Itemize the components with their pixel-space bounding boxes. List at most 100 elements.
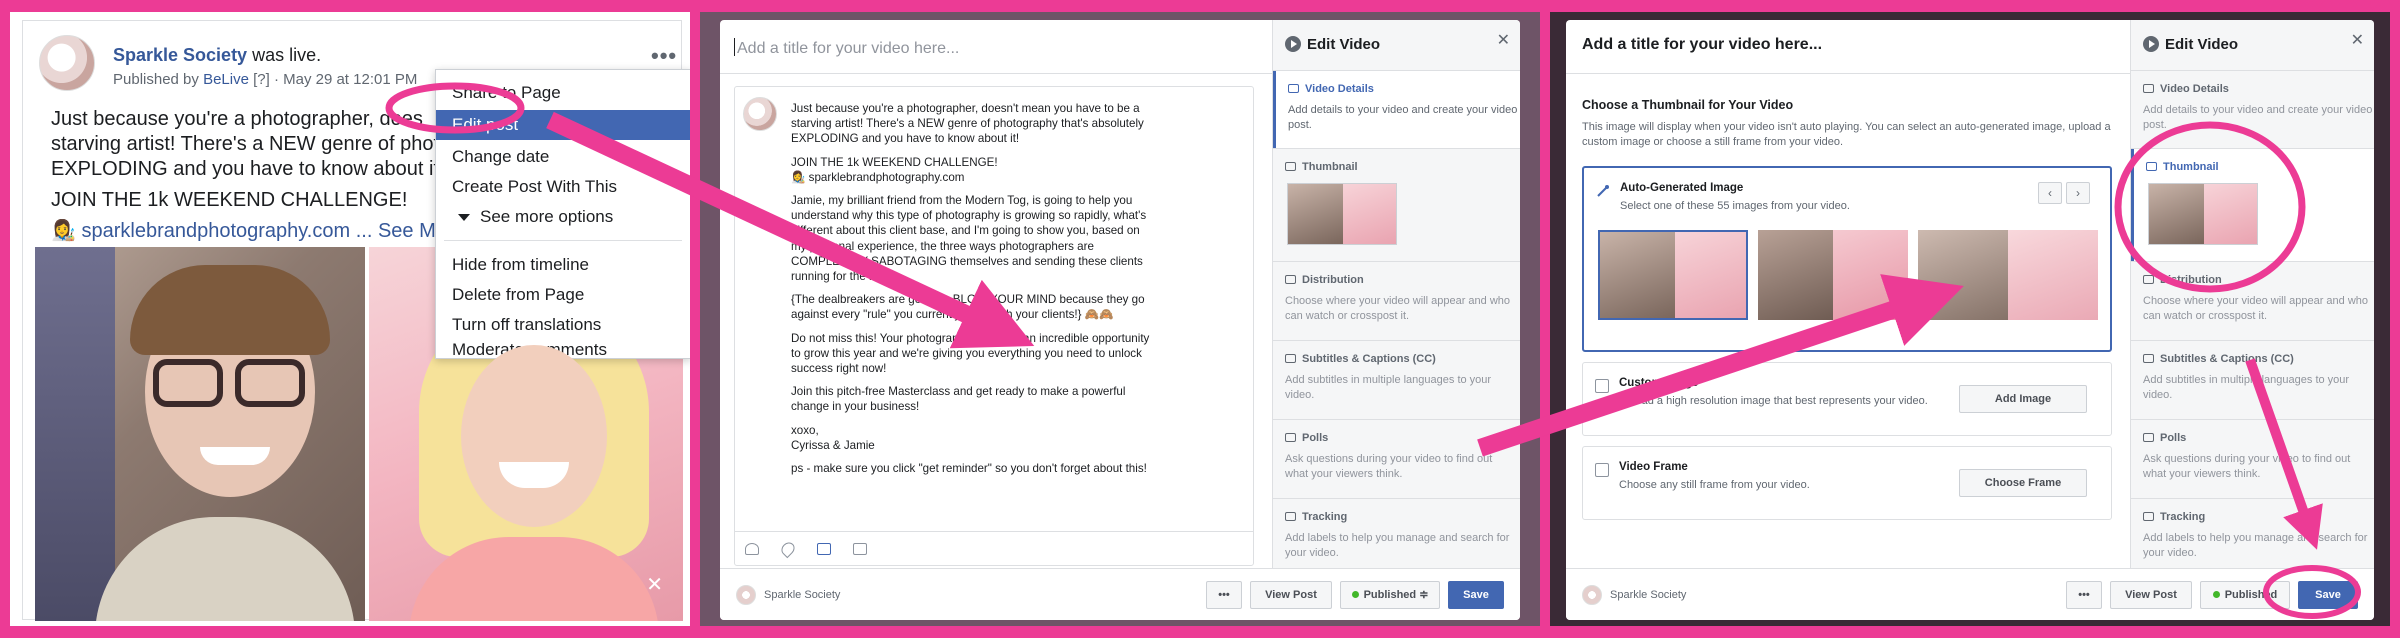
menu-see-more-options[interactable]: See more options (436, 202, 690, 232)
view-post-button[interactable]: View Post (2110, 581, 2192, 609)
option-custom-image[interactable]: Custom Image Upload a high resolution im… (1582, 362, 2112, 436)
sidebar-item-polls[interactable]: Polls Ask questions during your video to… (2131, 420, 2374, 498)
tag-people-icon[interactable] (745, 543, 759, 555)
post-body: Just because you're a photographer, does… (51, 107, 471, 250)
shopping-icon[interactable] (853, 543, 867, 555)
auto-title: Auto-Generated Image (1620, 182, 1744, 194)
sidebar-item-video-details[interactable]: Video Details Add details to your video … (1273, 71, 1520, 148)
app-link[interactable]: BeLive (203, 71, 249, 88)
custom-desc: Upload a high resolution image that best… (1619, 395, 1928, 407)
sidebar-item-subtitles[interactable]: Subtitles & Captions (CC) Add subtitles … (1273, 341, 1520, 419)
calendar-icon[interactable] (817, 543, 831, 555)
sidebar-item-distribution[interactable]: Distribution Choose where your video wil… (1273, 262, 1520, 340)
thumbnail-option[interactable] (1598, 230, 1748, 320)
close-icon[interactable]: ✕ (1497, 30, 1510, 50)
published-label: Published (2224, 589, 2278, 601)
video-icon (1285, 36, 1301, 52)
tracking-icon (2143, 512, 2154, 521)
menu-change-date[interactable]: Change date (436, 142, 690, 172)
caret-down-icon (458, 214, 470, 221)
thumbnail-option[interactable] (1758, 230, 1908, 320)
menu-turn-off-translations[interactable]: Turn off translations (436, 310, 690, 340)
published-dropdown[interactable]: Published (2200, 581, 2290, 609)
thumbnail-heading: Choose a Thumbnail for Your Video (1582, 98, 1794, 112)
choose-frame-button[interactable]: Choose Frame (1959, 469, 2087, 497)
page-name-link[interactable]: Sparkle Society (113, 45, 247, 65)
frame-desc: Choose any still frame from your video. (1619, 479, 1810, 491)
prev-thumbnail-button[interactable]: ‹ (2038, 182, 2062, 204)
modal-footer: Sparkle Society ••• View Post Published … (720, 568, 1520, 620)
sidebar-item-desc: Choose where your video will appear and … (1285, 295, 1511, 322)
challenge-line: JOIN THE 1k WEEKEND CHALLENGE! (51, 189, 408, 211)
location-icon[interactable] (778, 539, 798, 559)
sidebar-heading-text: Edit Video (2165, 36, 2239, 53)
video-frame-left[interactable] (35, 247, 365, 621)
menu-edit-post[interactable]: Edit post (436, 110, 690, 140)
footer-page-name: Sparkle Society (764, 589, 841, 601)
view-post-button[interactable]: View Post (1250, 581, 1332, 609)
menu-share-to-page[interactable]: Share to Page (436, 78, 690, 108)
sidebar-item-thumbnail[interactable]: Thumbnail (2131, 149, 2374, 261)
post-date: [?] · May 29 at 12:01 PM (248, 71, 418, 88)
page-avatar[interactable] (39, 35, 95, 91)
page-avatar-small (736, 585, 756, 605)
details-icon (2143, 84, 2154, 93)
option-auto-generated[interactable]: Auto-Generated Image Select one of these… (1582, 166, 2112, 352)
video-icon (2143, 36, 2159, 52)
sidebar-item-thumbnail[interactable]: Thumbnail (1273, 149, 1520, 261)
post-header: Sparkle Society was live. (113, 45, 321, 66)
option-video-frame[interactable]: Video Frame Choose any still frame from … (1582, 446, 2112, 520)
next-thumbnail-button[interactable]: › (2066, 182, 2090, 204)
composer-link[interactable]: sparklebrandphotography.com (809, 171, 965, 184)
close-icon[interactable]: ✕ (2351, 30, 2364, 50)
thumbnail-preview[interactable] (2148, 183, 2258, 245)
published-by-label: Published by (113, 71, 204, 88)
sidebar-item-desc: Add details to your video and create you… (2143, 104, 2373, 131)
more-button[interactable]: ••• (1206, 581, 1242, 609)
image-icon (1595, 379, 1609, 393)
website-link[interactable]: sparklebrandphotography.com (81, 220, 350, 242)
sidebar-item-tracking[interactable]: Tracking Add labels to help you manage a… (2131, 499, 2374, 569)
thumbnail-icon (1285, 162, 1296, 171)
edit-video-sidebar: Edit Video ✕ Video Details Add details t… (2130, 20, 2374, 568)
video-title-input[interactable]: Add a title for your video here... (734, 38, 959, 58)
sidebar-item-video-details[interactable]: Video Details Add details to your video … (2131, 71, 2374, 148)
sidebar-item-tracking[interactable]: Tracking Add labels to help you manage a… (1273, 499, 1520, 569)
post-options-button[interactable]: ••• (651, 43, 677, 69)
sidebar-item-title: Polls (1285, 432, 1328, 444)
menu-create-post[interactable]: Create Post With This (436, 172, 690, 202)
post-line: starving artist! There's a NEW genre of … (51, 133, 462, 155)
save-button[interactable]: Save (1448, 581, 1504, 609)
status-dot (1351, 591, 1359, 598)
menu-hide-from-timeline[interactable]: Hide from timeline (436, 250, 690, 280)
sidebar-item-subtitles[interactable]: Subtitles & Captions (CC) Add subtitles … (2131, 341, 2374, 419)
sidebar-heading: Edit Video (1285, 36, 1380, 53)
sidebar-item-desc: Ask questions during your video to find … (1285, 453, 1493, 480)
mute-icon[interactable]: ✕ (646, 572, 663, 597)
save-button[interactable]: Save (2298, 581, 2358, 609)
sidebar-item-title: Thumbnail (1285, 161, 1358, 173)
post-composer[interactable]: Just because you're a photographer, does… (734, 86, 1254, 566)
sidebar-item-desc: Add details to your video and create you… (1288, 104, 1518, 131)
custom-title: Custom Image (1619, 377, 1699, 389)
menu-delete-from-page[interactable]: Delete from Page (436, 280, 690, 310)
post-line: Just because you're a photographer, does (51, 108, 423, 130)
thumbnail-option[interactable] (1918, 230, 2098, 320)
sidebar-item-desc: Add labels to help you manage and search… (1285, 532, 1510, 559)
title-placeholder: Add a title for your video here... (737, 40, 960, 57)
sidebar-item-title: Distribution (1285, 274, 1364, 286)
add-image-button[interactable]: Add Image (1959, 385, 2087, 413)
edit-video-modal: Add a title for your video here... Just … (720, 20, 1520, 620)
sidebar-item-polls[interactable]: Polls Ask questions during your video to… (1273, 420, 1520, 498)
photographer-emoji-icon: 👩‍🎨 (51, 220, 82, 242)
post-meta: Published by BeLive [?] · May 29 at 12:0… (113, 71, 417, 88)
video-title[interactable]: Add a title for your video here... (1582, 36, 1822, 54)
published-dropdown[interactable]: Published ≑ (1340, 581, 1440, 609)
more-button[interactable]: ••• (2066, 581, 2102, 609)
sidebar-item-desc: Ask questions during your video to find … (2143, 453, 2351, 480)
thumbnail-preview[interactable] (1287, 183, 1397, 245)
sidebar-item-title: Subtitles & Captions (CC) (1285, 353, 1436, 365)
sidebar-item-distribution[interactable]: Distribution Choose where your video wil… (2131, 262, 2374, 340)
captions-icon (1285, 354, 1296, 363)
composer-text[interactable]: Just because you're a photographer, does… (791, 101, 1231, 484)
